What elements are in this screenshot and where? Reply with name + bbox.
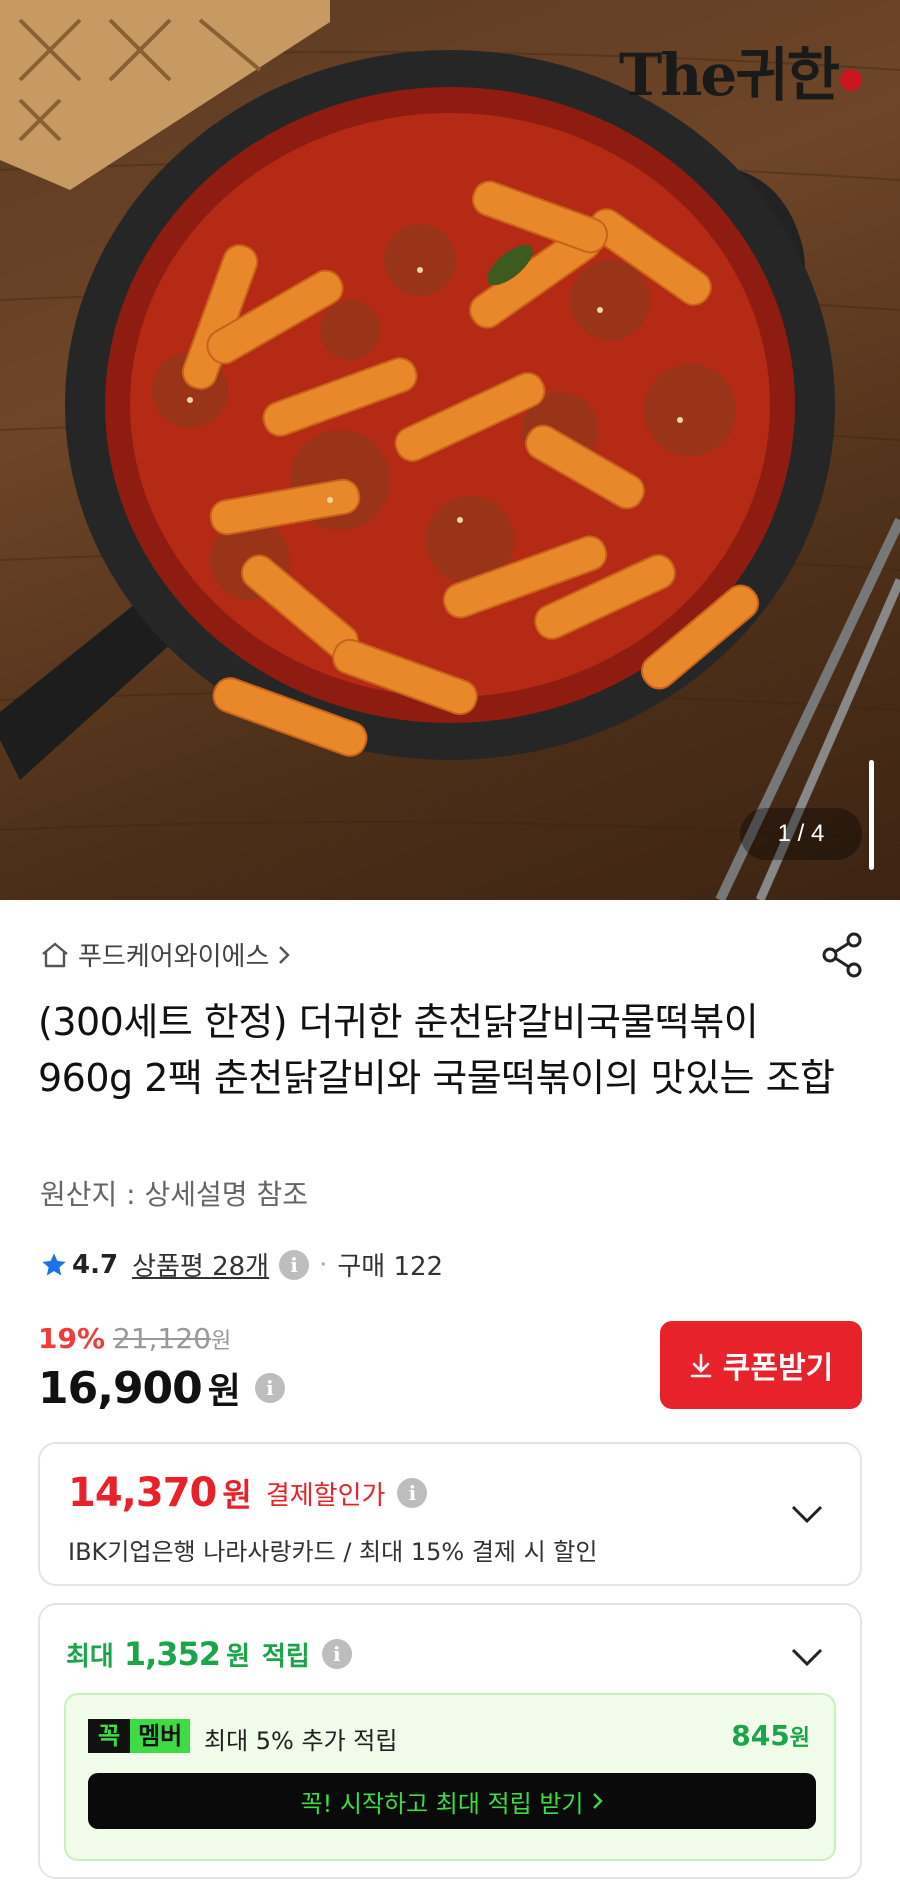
seller-name: 푸드케어와이에스 [78,942,270,972]
product-photo [0,0,900,900]
member-badge-b: 멤버 [130,1719,191,1753]
member-badge-a: 꼭 [88,1719,131,1753]
points-info-icon[interactable]: i [321,1639,352,1669]
chevron-right-icon [592,1793,603,1809]
star-icon [42,1252,66,1275]
product-origin: 원산지 : 상세설명 참조 [40,1178,308,1211]
member-benefit-text: 최대 5% 추가 적립 [204,1727,398,1755]
sale-price-value: 16,900 [38,1362,203,1414]
member-badge: 꼭 멤버 [88,1719,191,1753]
card-discount-label: 결제할인가 [265,1480,386,1511]
info-icon[interactable]: i [279,1249,310,1280]
home-icon [42,942,68,967]
seller-link[interactable]: 푸드케어와이에스 [40,936,291,973]
reviews-link[interactable]: 상품평 28개 [132,1246,269,1283]
rating-row: 4.7 상품평 28개 i · 구매 122 [40,1246,443,1283]
coupon-button-label: 쿠폰받기 [722,1351,834,1386]
card-discount-price-unit: 원 [222,1476,252,1514]
member-start-button[interactable]: 꼭! 시작하고 최대 적립 받기 [88,1773,816,1829]
member-points: 845원 [731,1719,810,1752]
image-pager: 1 / 4 [740,808,862,860]
coupon-button[interactable]: 쿠폰받기 [660,1321,862,1409]
sale-price-unit: 원 [207,1371,241,1412]
card-discount-box[interactable]: 14,370 원 결제할인가 i IBK기업은행 나라사랑카드 / 최대 15%… [38,1442,862,1586]
card-discount-info-icon[interactable]: i [397,1478,428,1508]
member-benefit-panel: 꼭 멤버 최대 5% 추가 적립 845원 꼭! 시작하고 최대 적립 받기 [64,1693,836,1861]
price-info-icon[interactable]: i [254,1373,285,1403]
card-discount-description: IBK기업은행 나라사랑카드 / 최대 15% 결제 시 할인 [68,1538,598,1566]
original-price: 21,120원 [113,1322,231,1355]
chevron-down-icon[interactable] [790,1504,824,1524]
points-chevron-down-icon[interactable] [790,1647,824,1667]
separator-dot: · [319,1249,328,1280]
brand-logo: The귀한 [619,28,862,112]
brand-seal-icon [840,69,862,91]
product-title: (300세트 한정) 더귀한 춘천닭갈비국물떡볶이 960g 2팩 춘천닭갈비와… [38,1000,835,1100]
discount-row: 19% 21,120원 [38,1322,231,1355]
share-icon[interactable] [818,930,868,980]
member-points-unit: 원 [789,1726,810,1751]
points-prefix: 최대 [66,1641,114,1672]
points-amount: 1,352 [123,1635,221,1673]
member-points-value: 845 [731,1719,790,1752]
card-discount-price-value: 14,370 [68,1470,217,1516]
original-price-value: 21,120 [113,1322,212,1355]
scroll-indicator[interactable] [869,760,874,870]
discount-percent: 19% [38,1322,106,1355]
chevron-right-icon [279,945,291,964]
purchase-count: 구매 122 [337,1252,444,1282]
member-start-button-label: 꼭! 시작하고 최대 적립 받기 [300,1789,584,1818]
download-icon [690,1353,712,1378]
brand-logo-text: The귀한 [619,41,840,109]
points-summary: 최대 1,352 원 적립 i [66,1635,352,1673]
rating-score: 4.7 [72,1249,119,1280]
product-image[interactable]: The귀한 1 / 4 [0,0,900,900]
points-box: 최대 1,352 원 적립 i 꼭 멤버 최대 5% 추가 적립 845원 꼭!… [38,1603,862,1879]
points-unit: 원 [226,1641,250,1672]
card-discount-price: 14,370 원 결제할인가 i [68,1470,428,1516]
sale-price: 16,900 원 i [38,1362,285,1414]
points-label: 적립 [261,1641,310,1672]
original-price-unit: 원 [211,1329,232,1354]
